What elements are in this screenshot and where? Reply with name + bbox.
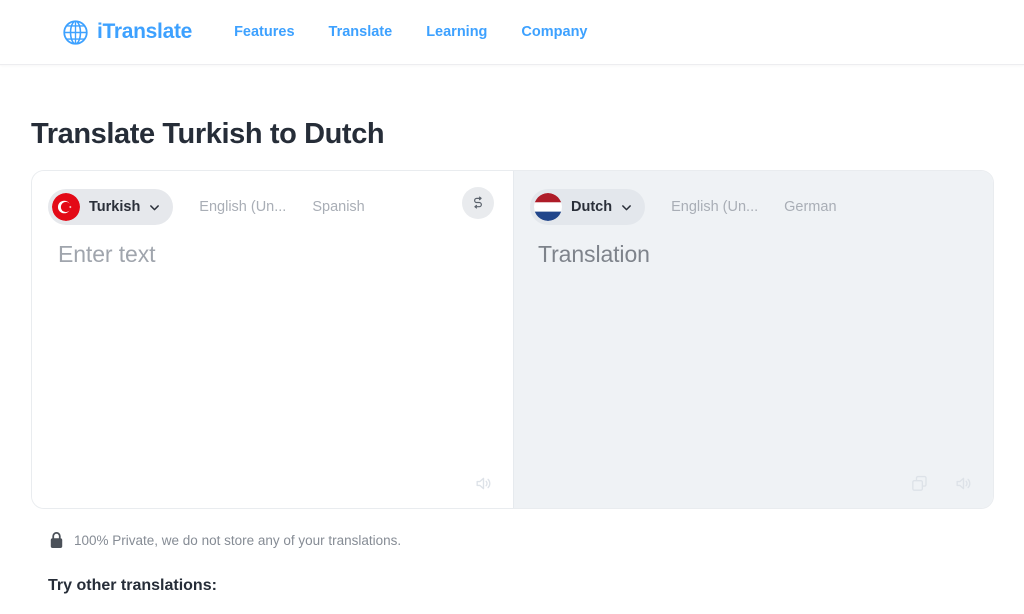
page-root: iTranslate Features Translate Learning C… [0, 0, 1024, 614]
target-panel: Dutch English (Un... German Translation [513, 171, 993, 508]
speaker-icon[interactable] [954, 474, 973, 493]
target-language-bar: Dutch English (Un... German [530, 189, 977, 225]
source-placeholder: Enter text [58, 241, 156, 267]
nav-link-translate[interactable]: Translate [329, 24, 393, 40]
globe-icon [62, 19, 89, 46]
target-panel-tools [910, 474, 973, 493]
nav-link-company[interactable]: Company [521, 24, 587, 40]
speaker-icon[interactable] [474, 474, 493, 493]
source-panel: Turkish English (Un... Spanish Enter tex… [32, 171, 513, 508]
target-language-selector[interactable]: Dutch [530, 189, 646, 225]
target-placeholder: Translation [538, 241, 650, 267]
nav-link-features[interactable]: Features [234, 24, 294, 40]
site-header: iTranslate Features Translate Learning C… [0, 0, 1024, 65]
source-language-name: Turkish [89, 199, 141, 215]
lock-icon [49, 531, 64, 549]
translator-card: Turkish English (Un... Spanish Enter tex… [31, 170, 994, 509]
swap-languages-button[interactable] [462, 187, 494, 219]
try-other-translations-title: Try other translations: [48, 577, 217, 594]
source-alt-language-2[interactable]: Spanish [312, 199, 364, 215]
turkey-flag-icon [52, 193, 80, 221]
brand-name: iTranslate [97, 20, 193, 43]
brand-logo[interactable]: iTranslate [62, 19, 192, 46]
page-title: Translate Turkish to Dutch [31, 118, 385, 150]
chevron-down-icon [621, 202, 632, 213]
target-language-name: Dutch [571, 199, 613, 215]
privacy-text: 100% Private, we do not store any of you… [74, 532, 402, 548]
text-caret [31, 243, 32, 269]
privacy-notice: 100% Private, we do not store any of you… [49, 531, 401, 549]
target-alt-language-1[interactable]: English (Un... [671, 199, 758, 215]
source-text-input[interactable]: Enter text [32, 241, 513, 452]
target-alt-language-2[interactable]: German [784, 199, 836, 215]
netherlands-flag-icon [534, 193, 562, 221]
source-alt-language-1[interactable]: English (Un... [199, 199, 286, 215]
main-navigation: Features Translate Learning Company [234, 24, 587, 40]
copy-icon[interactable] [910, 474, 929, 493]
source-panel-tools [474, 474, 493, 493]
target-text-output: Translation [514, 241, 993, 452]
source-language-bar: Turkish English (Un... Spanish [48, 189, 497, 225]
chevron-down-icon [149, 202, 160, 213]
swap-languages-icon [470, 195, 486, 211]
source-language-selector[interactable]: Turkish [48, 189, 174, 225]
nav-link-learning[interactable]: Learning [426, 24, 487, 40]
